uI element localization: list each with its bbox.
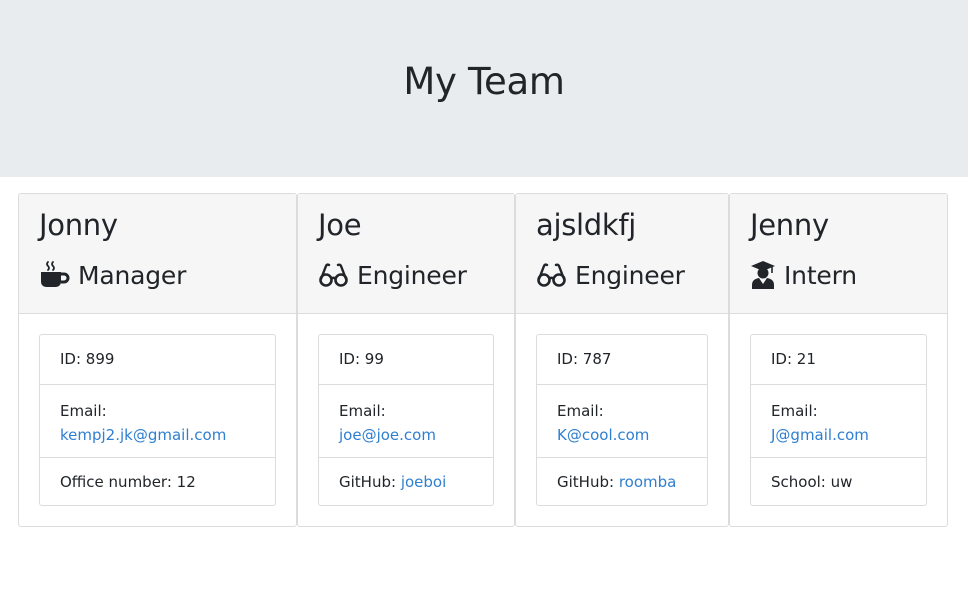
email-label: Email: [771,402,818,420]
info-list: ID: 899 Email: kempj2.jk@gmail.com Offic… [39,334,276,506]
employee-card: ajsldkfj Engineer ID: 787 Email: K@cool.… [515,193,729,527]
email-link[interactable]: J@gmail.com [771,426,869,444]
employee-name: Joe [318,208,362,242]
office-number-item: Office number: 12 [40,457,275,505]
employee-name: Jenny [750,208,829,242]
email-item: Email: joe@joe.com [319,384,493,457]
github-item: GitHub: joeboi [319,457,493,505]
employee-role: Intern [750,258,857,292]
email-link[interactable]: K@cool.com [557,426,649,444]
email-label: Email: [557,402,604,420]
employee-name: ajsldkfj [536,208,637,242]
github-item: GitHub: roomba [537,457,707,505]
school-item: School: uw [751,457,926,505]
email-label: Email: [339,402,386,420]
employee-role: Manager [39,258,186,292]
employee-role: Engineer [318,258,467,292]
github-link[interactable]: joeboi [401,473,446,491]
page-title: My Team [403,60,565,103]
employee-role: Engineer [536,258,685,292]
employee-card: Jonny Manager ID: 899 Email: kempj2.jk@g… [18,193,297,527]
role-label: Manager [78,260,187,290]
header-banner: My Team [0,0,968,177]
card-header: ajsldkfj Engineer [516,194,728,314]
id-item: ID: 899 [60,350,115,368]
github-label: GitHub: [339,473,401,491]
coffee-cup-icon [39,260,70,290]
id-item: ID: 99 [339,350,384,368]
card-header: Jonny Manager [19,194,296,314]
employee-name: Jonny [39,208,118,242]
employee-card: Joe Engineer ID: 99 Email: joe@joe.com G… [297,193,515,527]
role-label: Engineer [575,260,685,290]
id-item: ID: 787 [557,350,612,368]
glasses-icon [318,260,349,290]
info-list: ID: 99 Email: joe@joe.com GitHub: joeboi [318,334,494,506]
employee-card: Jenny Intern ID: 21 Email: J@gmail.com S… [729,193,948,527]
graduate-icon [750,260,776,290]
email-item: Email: kempj2.jk@gmail.com [40,384,275,457]
email-label: Email: [60,402,107,420]
email-link[interactable]: joe@joe.com [339,426,436,444]
github-link[interactable]: roomba [619,473,677,491]
role-label: Intern [784,260,857,290]
id-item: ID: 21 [771,350,816,368]
info-list: ID: 21 Email: J@gmail.com School: uw [750,334,927,506]
info-list: ID: 787 Email: K@cool.com GitHub: roomba [536,334,708,506]
card-header: Joe Engineer [298,194,514,314]
email-link[interactable]: kempj2.jk@gmail.com [60,426,226,444]
email-item: Email: K@cool.com [537,384,707,457]
email-item: Email: J@gmail.com [751,384,926,457]
role-label: Engineer [357,260,467,290]
card-header: Jenny Intern [730,194,947,314]
glasses-icon [536,260,567,290]
github-label: GitHub: [557,473,619,491]
